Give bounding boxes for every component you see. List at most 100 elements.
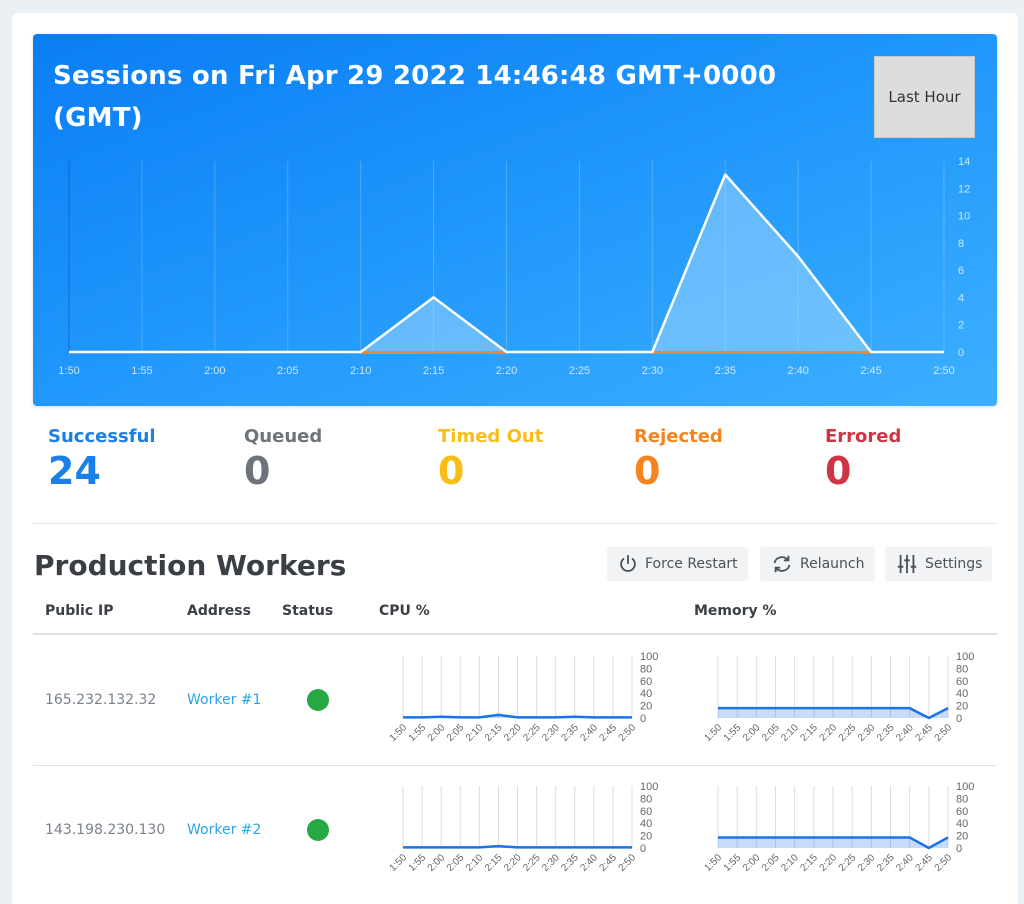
x-tick-label: 2:10 [464,852,486,874]
x-tick-label: 2:20 [818,852,840,874]
x-tick-label: 2:00 [426,852,448,874]
x-tick-label: 2:05 [445,852,467,874]
x-tick-label: 2:25 [521,852,543,874]
x-tick-label: 2:10 [779,722,801,744]
column-header-cpu: CPU % [379,603,430,619]
x-tick-label: 2:20 [818,722,840,744]
x-tick-label: 2:25 [837,722,859,744]
x-tick-label: 1:50 [388,722,410,744]
stat-errored: Errored 0 [825,426,901,493]
x-tick-label: 2:35 [875,852,897,874]
x-tick-label: 2:30 [540,852,562,874]
worker-address-link[interactable]: Worker #1 [187,692,261,708]
x-tick-label: 2:45 [913,852,935,874]
y-tick-label: 0 [956,713,962,725]
x-tick-label: 2:25 [569,365,590,377]
y-tick-label: 80 [640,793,652,805]
stat-label: Successful [48,426,156,447]
force-restart-button[interactable]: Force Restart [607,547,748,581]
stat-value: 0 [825,449,852,493]
x-tick-label: 2:45 [597,722,619,744]
x-tick-label: 2:20 [502,852,524,874]
x-tick-label: 2:45 [597,852,619,874]
y-tick-label: 12 [958,183,970,195]
stat-label: Timed Out [438,426,544,447]
x-tick-label: 1:55 [407,722,429,744]
x-tick-label: 2:30 [642,365,663,377]
x-tick-label: 2:05 [277,365,298,377]
series-line [403,844,632,849]
x-tick-label: 2:35 [875,722,897,744]
sessions-chart: 1:50 1:55 2:00 2:05 2:10 2:15 2:20 2:25 2:30 2:35… [58,156,970,377]
y-tick-label: 20 [640,701,652,713]
stat-value: 0 [244,449,271,493]
x-tick-label: 1:50 [58,365,79,377]
x-tick-label: 2:45 [860,365,881,377]
cpu-chart: 1:501:552:002:052:102:152:202:252:302:35… [388,781,659,874]
power-icon [620,554,636,572]
x-tick-label: 2:10 [464,722,486,744]
y-tick-label: 40 [956,818,968,830]
x-tick-label: 2:00 [204,365,225,377]
y-tick-label: 100 [956,651,974,663]
x-tick-label: 2:35 [559,852,581,874]
x-tick-label: 2:30 [856,852,878,874]
x-tick-label: 1:55 [131,365,152,377]
x-tick-label: 2:40 [578,722,600,744]
x-tick-label: 2:40 [578,852,600,874]
y-tick-label: 2 [958,320,964,332]
force-restart-label: Force Restart [645,556,738,572]
x-tick-label: 2:15 [798,852,820,874]
x-tick-label: 1:55 [407,852,429,874]
column-header-memory: Memory % [694,603,777,619]
x-tick-label: 2:50 [617,852,639,874]
x-tick-label: 2:15 [483,722,505,744]
row-divider [33,765,997,766]
y-tick-label: 0 [956,843,962,855]
y-tick-label: 60 [956,806,968,818]
x-tick-label: 2:50 [933,365,954,377]
x-tick-label: 2:45 [913,722,935,744]
x-tick-label: 2:40 [894,722,916,744]
y-tick-label: 4 [958,292,964,304]
y-tick-label: 6 [958,265,964,277]
worker-address-link[interactable]: Worker #2 [187,822,261,838]
y-tick-label: 100 [640,781,658,793]
x-tick-label: 2:35 [715,365,736,377]
x-tick-label: 2:10 [779,852,801,874]
stat-label: Queued [244,426,323,447]
cpu-chart: 1:501:552:002:052:102:152:202:252:302:35… [388,651,659,744]
x-tick-label: 2:05 [760,852,782,874]
y-tick-label: 20 [956,831,968,843]
settings-label: Settings [925,556,983,572]
y-tick-label: 100 [640,651,658,663]
memory-chart: 1:501:552:002:052:102:152:202:252:302:35… [703,651,975,744]
x-tick-label: 2:10 [350,365,371,377]
table-header-divider [33,633,997,635]
y-tick-label: 60 [640,676,652,688]
section-divider [33,523,997,524]
y-tick-label: 40 [640,818,652,830]
column-header-address: Address [187,603,251,619]
stat-value: 24 [48,449,101,493]
x-tick-label: 2:50 [933,852,955,874]
settings-button[interactable]: Settings [885,547,993,581]
x-tick-label: 2:15 [483,852,505,874]
x-tick-label: 2:25 [521,722,543,744]
y-tick-label: 20 [956,701,968,713]
x-tick-label: 2:50 [617,722,639,744]
column-header-status: Status [282,603,334,619]
stat-queued: Queued 0 [244,426,322,493]
x-tick-label: 1:50 [703,852,725,874]
refresh-icon [773,555,791,573]
stat-label: Errored [825,426,902,447]
status-indicator [307,819,329,841]
sessions-panel: Sessions on Fri Apr 29 2022 14:46:48 GMT… [33,34,997,406]
y-tick-label: 40 [956,688,968,700]
x-tick-label: 2:15 [423,365,444,377]
relaunch-button[interactable]: Relaunch [760,547,875,581]
y-tick-label: 0 [640,713,646,725]
y-tick-label: 80 [640,663,652,675]
x-tick-label: 2:05 [445,722,467,744]
x-tick-label: 1:50 [703,722,725,744]
